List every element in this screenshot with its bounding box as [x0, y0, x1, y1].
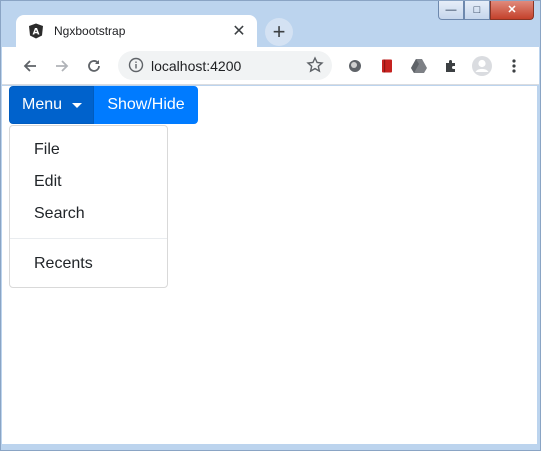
new-tab-button[interactable]: + [265, 18, 293, 46]
dropdown-divider [10, 238, 167, 239]
profile-avatar-icon[interactable] [470, 54, 494, 78]
browser-window: A Ngxbootstrap ✕ + — □ ✕ localhost:4200 [0, 0, 541, 451]
address-bar[interactable]: localhost:4200 [118, 51, 332, 80]
dropdown-item-recents[interactable]: Recents [10, 248, 167, 280]
maximize-button[interactable]: □ [464, 1, 490, 20]
info-icon[interactable] [128, 57, 144, 73]
bookmark-star-icon[interactable] [306, 56, 324, 74]
caret-down-icon [72, 102, 83, 108]
svg-text:A: A [33, 28, 40, 38]
window-controls: — □ ✕ [438, 1, 534, 20]
menu-dropdown-button[interactable]: Menu [9, 86, 94, 124]
dropdown-menu: File Edit Search Recents [9, 125, 168, 288]
red-book-icon[interactable] [375, 54, 399, 78]
circle-extension-icon[interactable] [343, 54, 367, 78]
forward-arrow-icon[interactable] [50, 54, 74, 78]
button-group: Menu Show/Hide [9, 86, 198, 124]
minimize-button[interactable]: — [438, 1, 464, 20]
reload-icon[interactable] [82, 54, 106, 78]
tab-title: Ngxbootstrap [54, 24, 126, 38]
dropdown-item-edit[interactable]: Edit [10, 166, 167, 198]
kebab-menu-icon[interactable] [502, 54, 526, 78]
url-text: localhost:4200 [151, 58, 242, 74]
angular-icon: A [28, 23, 44, 39]
show-hide-button[interactable]: Show/Hide [94, 86, 198, 124]
title-bar: A Ngxbootstrap ✕ + — □ ✕ [1, 1, 540, 47]
tab-close-icon[interactable]: ✕ [231, 21, 247, 41]
page-viewport: Menu Show/Hide File Edit Search Recents [2, 86, 537, 444]
dropdown-item-file[interactable]: File [10, 134, 167, 166]
back-arrow-icon[interactable] [18, 54, 42, 78]
menu-button-label: Menu [22, 96, 63, 113]
close-window-button[interactable]: ✕ [490, 1, 534, 20]
browser-tab[interactable]: A Ngxbootstrap ✕ [16, 15, 257, 47]
dropdown-item-search[interactable]: Search [10, 198, 167, 230]
google-drive-icon[interactable] [407, 54, 431, 78]
browser-toolbar: localhost:4200 [2, 47, 539, 85]
puzzle-icon[interactable] [439, 54, 463, 78]
